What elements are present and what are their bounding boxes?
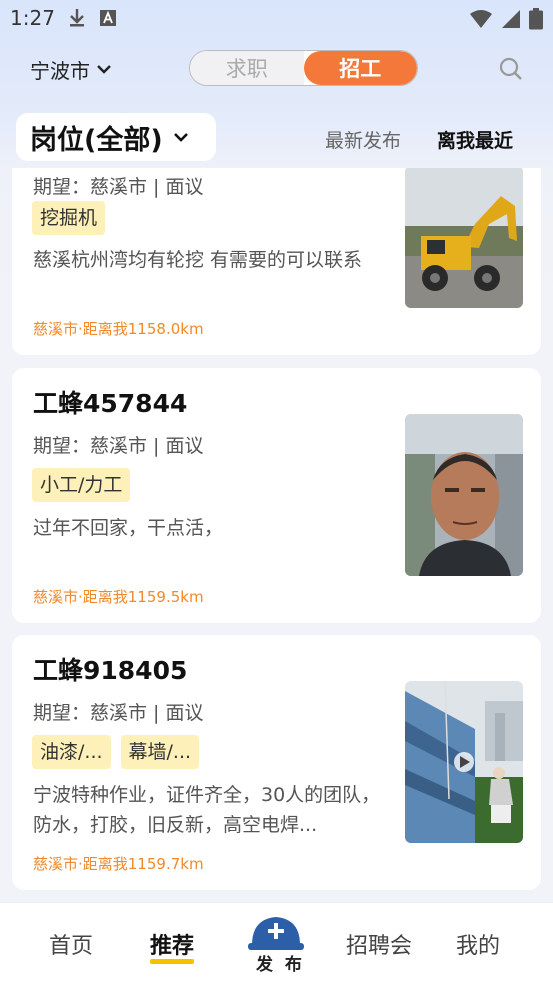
card-distance: 慈溪市·距离我1159.7km [33,855,204,873]
skill-tag: 幕墙/... [120,735,200,769]
card-title: 工蜂457844 [33,389,188,418]
card-distance: 慈溪市·距离我1159.5km [33,588,204,606]
skill-tag: 油漆/... [32,735,111,769]
bottom-navigation: 首页 推荐 发 布 招聘会 我的 [0,902,553,984]
status-time: 1:27 [10,6,55,30]
status-bar: 1:27 [0,0,553,38]
card-distance: 慈溪市·距离我1158.0km [33,320,204,338]
battery-icon [529,8,543,34]
portrait-photo [405,414,523,576]
role-toggle: 求职 招工 [189,50,418,86]
excavator-photo [405,168,523,308]
worker-feed-list[interactable]: 期望：慈溪市 | 面议 挖掘机 慈溪杭州湾均有轮挖 有需要的可以联系 慈溪市·距… [0,168,553,901]
city-selector[interactable]: 宁波市 [30,55,112,84]
skill-tag: 挖掘机 [32,201,106,235]
font-a-icon [100,10,116,30]
card-description: 过年不回家，干点活， [33,517,224,539]
position-filter-dropdown[interactable]: 岗位(全部) [16,113,216,161]
sort-latest-button[interactable]: 最新发布 [325,126,401,153]
nav-recommend-label: 推荐 [150,934,195,959]
city-label: 宁波市 [30,59,90,83]
worker-card[interactable]: 期望：慈溪市 | 面议 挖掘机 慈溪杭州湾均有轮挖 有需要的可以联系 慈溪市·距… [12,168,541,355]
worker-card[interactable]: 工蜂918405 期望：慈溪市 | 面议 油漆/... 幕墙/... 宁波特种作… [12,635,541,890]
card-expectation: 期望：慈溪市 | 面议 [33,176,204,198]
worker-card[interactable]: 工蜂457844 期望：慈溪市 | 面议 小工/力工 过年不回家，干点活， 慈溪… [12,368,541,623]
card-expectation: 期望：慈溪市 | 面议 [33,435,204,457]
chevron-down-icon [96,60,112,79]
skill-tag: 小工/力工 [32,468,131,502]
chevron-down-icon [173,128,189,147]
nav-recommend[interactable]: 推荐 [150,928,195,964]
nav-mine[interactable]: 我的 [456,928,500,960]
app-screen: 1:27 宁波市 求职 招工 岗位(全部) 最新发布 离我最近 期望：慈溪市 |… [0,0,553,984]
nav-home[interactable]: 首页 [49,928,93,960]
tab-hiring[interactable]: 招工 [303,51,417,85]
card-description: 宁波特种作业，证件齐全，30人的团队，防水，打胶，旧反新，高空电焊... [33,784,381,836]
publish-label: 发 布 [256,955,305,975]
card-description: 慈溪杭州湾均有轮挖 有需要的可以联系 [33,249,363,271]
download-icon [68,8,86,32]
position-filter-label: 岗位(全部) [30,124,163,156]
wifi-icon [469,9,493,33]
sort-nearest-button[interactable]: 离我最近 [437,126,513,153]
nav-job-fair[interactable]: 招聘会 [346,928,412,960]
card-title: 工蜂918405 [33,656,188,685]
active-tab-indicator [150,959,195,964]
search-icon [499,57,523,85]
search-button[interactable] [499,57,523,85]
facade-worker-video[interactable] [405,681,523,843]
tab-job-seeking[interactable]: 求职 [190,51,304,85]
signal-icon [501,9,521,33]
card-expectation: 期望：慈溪市 | 面议 [33,702,204,724]
